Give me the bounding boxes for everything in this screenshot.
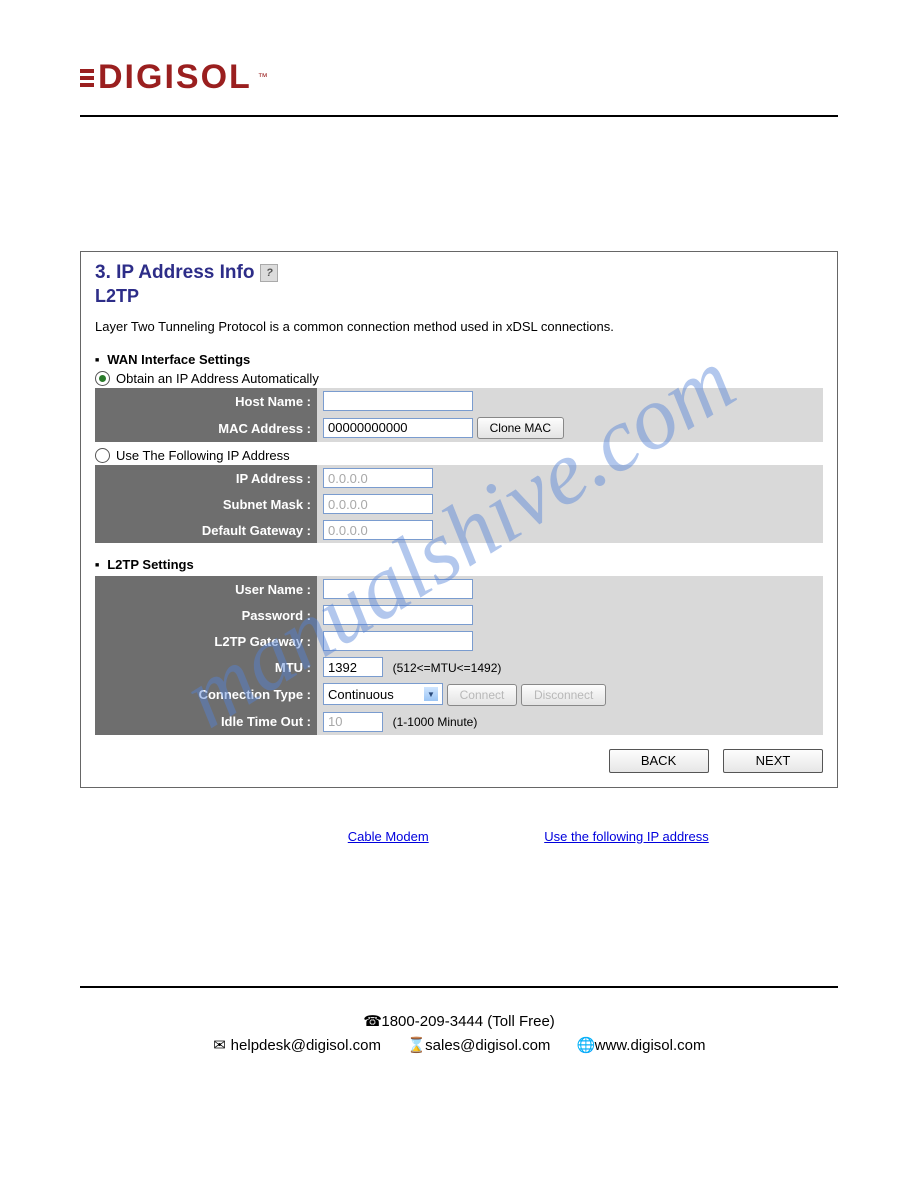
- l2tp-table: User Name : Password : L2TP Gateway : MT…: [95, 576, 823, 735]
- mtu-input[interactable]: [323, 657, 383, 677]
- hourglass-icon: ⌛: [407, 1034, 421, 1058]
- manual-header: DG-BR4000N/E User Manual: [80, 121, 838, 136]
- host-name-label: Host Name :: [95, 388, 317, 414]
- idle-label: Idle Time Out :: [95, 709, 317, 735]
- disconnect-button[interactable]: Disconnect: [521, 684, 606, 706]
- footer-email1: helpdesk@digisol.com: [231, 1037, 381, 1054]
- config-panel: 3. IP Address Info ? L2TP Layer Two Tunn…: [80, 251, 838, 788]
- top-divider: [80, 115, 838, 117]
- user-input[interactable]: [323, 579, 473, 599]
- bottom-divider: [80, 986, 838, 988]
- password-input[interactable]: [323, 605, 473, 625]
- page-number: 39: [80, 990, 838, 1004]
- host-name-input[interactable]: [323, 391, 473, 411]
- cable-modem-link[interactable]: Cable Modem: [348, 829, 429, 844]
- brand-text: DIGISOL: [98, 58, 252, 97]
- connect-button[interactable]: Connect: [447, 684, 518, 706]
- ip-label: IP Address :: [95, 465, 317, 491]
- wan-settings-heading: WAN Interface Settings: [95, 352, 823, 367]
- next-button[interactable]: NEXT: [723, 749, 823, 773]
- ip-input[interactable]: [323, 468, 433, 488]
- mask-input[interactable]: [323, 494, 433, 514]
- panel-subheading: L2TP: [95, 286, 823, 307]
- chevron-down-icon: ▼: [424, 687, 438, 701]
- static-ip-link[interactable]: Use the following IP address: [544, 829, 709, 844]
- logo-bars-icon: [80, 69, 94, 87]
- section-intro: L2TP is another popular connection metho…: [80, 203, 838, 233]
- globe-icon: 🌐: [576, 1034, 590, 1058]
- mtu-hint: (512<=MTU<=1492): [393, 661, 502, 675]
- panel-heading: 3. IP Address Info: [95, 262, 254, 284]
- section-title: 2-5-5 Setup procedure for 'L2TP':: [80, 176, 838, 197]
- below-paragraph: Please select the type of how you obtain…: [80, 808, 838, 867]
- below-text-mid: ' section above), or ': [429, 829, 545, 844]
- brand-logo: DIGISOL ™: [80, 58, 838, 97]
- idle-input[interactable]: [323, 712, 383, 732]
- help-icon[interactable]: ?: [260, 264, 278, 282]
- gw-input[interactable]: [323, 520, 433, 540]
- radio-static-label: Use The Following IP Address: [116, 448, 290, 463]
- footer: ☎ 1800-209-3444 (Toll Free) ✉ helpdesk@d…: [80, 1010, 838, 1058]
- connection-type-value: Continuous: [328, 687, 394, 702]
- panel-desc: Layer Two Tunneling Protocol is a common…: [95, 319, 823, 334]
- mac-input[interactable]: [323, 418, 473, 438]
- auto-ip-table: Host Name : MAC Address : Clone MAC: [95, 388, 823, 442]
- back-button[interactable]: BACK: [609, 749, 709, 773]
- radio-auto-ip[interactable]: [95, 371, 110, 386]
- footer-email2: sales@digisol.com: [425, 1037, 550, 1054]
- radio-auto-label: Obtain an IP Address Automatically: [116, 371, 319, 386]
- footer-web: www.digisol.com: [595, 1037, 706, 1054]
- footer-phone: 1800-209-3444 (Toll Free): [381, 1013, 554, 1030]
- mail-icon: ✉: [213, 1034, 227, 1058]
- user-label: User Name :: [95, 576, 317, 602]
- l2tp-settings-heading: L2TP Settings: [95, 557, 823, 572]
- phone-icon: ☎: [363, 1010, 377, 1034]
- mac-label: MAC Address :: [95, 414, 317, 442]
- pass-label: Password :: [95, 602, 317, 628]
- connection-type-select[interactable]: Continuous ▼: [323, 683, 443, 705]
- conn-label: Connection Type :: [95, 680, 317, 709]
- l2tp-gateway-input[interactable]: [323, 631, 473, 651]
- idle-hint: (1-1000 Minute): [393, 715, 478, 729]
- l2tpgw-label: L2TP Gateway :: [95, 628, 317, 654]
- mask-label: Subnet Mask :: [95, 491, 317, 517]
- clone-mac-button[interactable]: Clone MAC: [477, 417, 564, 439]
- static-ip-table: IP Address : Subnet Mask : Default Gatew…: [95, 465, 823, 543]
- radio-static-ip[interactable]: [95, 448, 110, 463]
- mtu-label: MTU :: [95, 654, 317, 680]
- gw-label: Default Gateway :: [95, 517, 317, 543]
